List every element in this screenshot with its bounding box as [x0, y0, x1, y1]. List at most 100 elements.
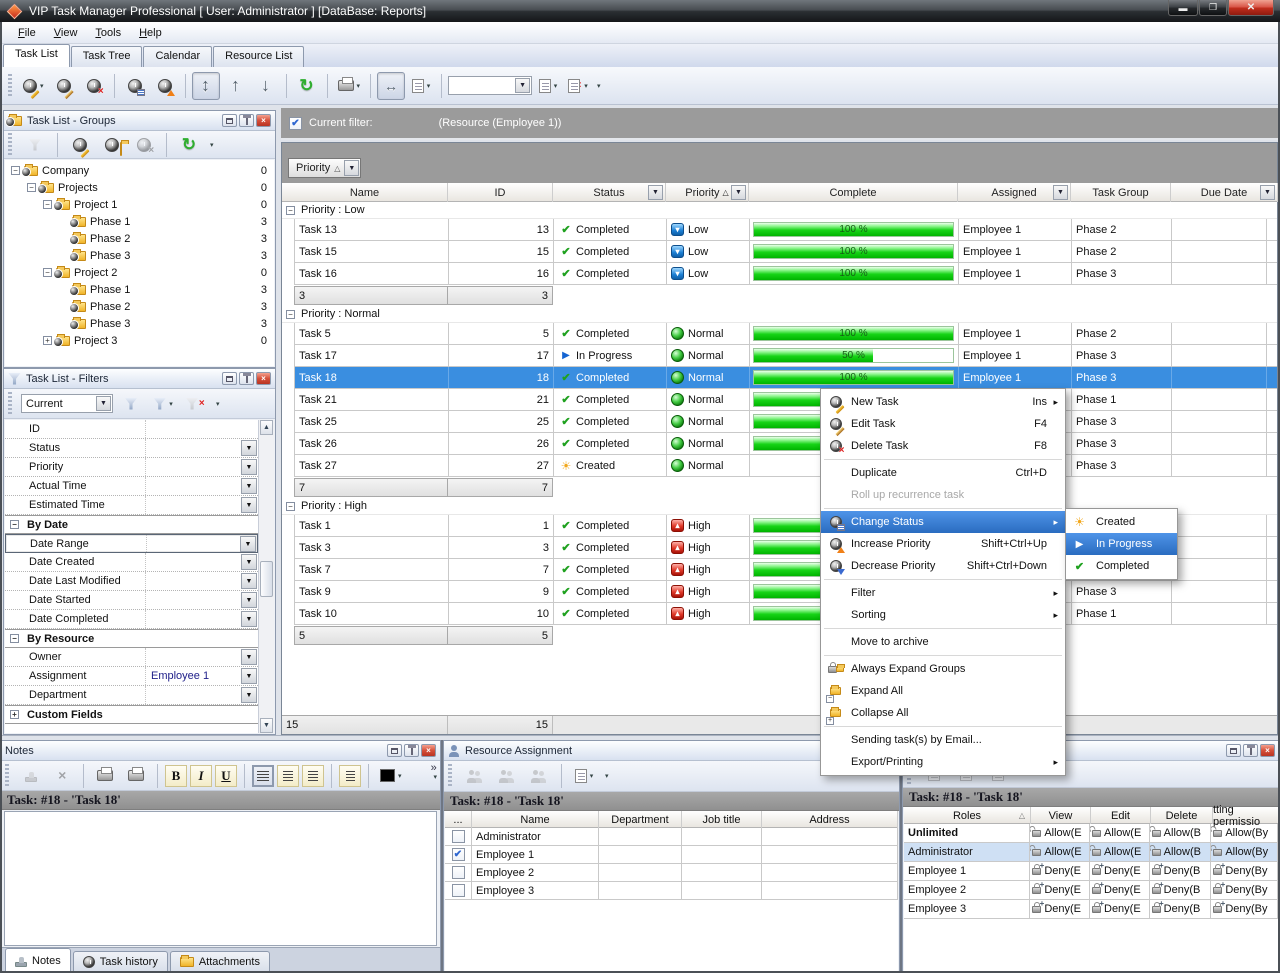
- permission-row-employee-2[interactable]: Employee 2Deny(EDeny(EDeny(BDeny(By: [904, 881, 1278, 900]
- print-preview-button[interactable]: [91, 762, 119, 790]
- context-menu-item-roll-up-recurrence-task[interactable]: Roll up recurrence task: [821, 484, 1065, 506]
- context-menu-item-decrease-priority[interactable]: Decrease PriorityShift+Ctrl+Down: [821, 555, 1065, 577]
- groups-refresh-button[interactable]: ↻: [175, 131, 203, 159]
- filters-toolbar-grip[interactable]: [8, 392, 12, 416]
- perm-col-tting-permissio[interactable]: tting permissio: [1213, 807, 1280, 824]
- context-menu-item-increase-priority[interactable]: Increase PriorityShift+Ctrl+Up: [821, 533, 1065, 555]
- notes-pin-button[interactable]: [404, 744, 419, 757]
- res-col-department[interactable]: Department: [599, 811, 682, 828]
- group-collapse-icon[interactable]: −: [286, 310, 295, 319]
- context-menu-item-expand-all[interactable]: −Expand All: [821, 680, 1065, 702]
- res-col-name[interactable]: Name: [472, 811, 599, 828]
- perm-col-delete[interactable]: Delete: [1151, 807, 1213, 824]
- filters-scrollbar[interactable]: ▲ ▼: [258, 420, 274, 733]
- scroll-up-arrow[interactable]: ▲: [260, 420, 273, 435]
- submenu-item-completed[interactable]: ✔Completed: [1066, 555, 1177, 577]
- context-menu-item-filter[interactable]: Filter▸: [821, 582, 1065, 604]
- edit-group-button[interactable]: [98, 131, 126, 159]
- permission-row-administrator[interactable]: AdministratorAllow(EAllow(EAllow(BAllow(…: [904, 843, 1278, 862]
- column-header-due-date[interactable]: Due Date▼: [1171, 183, 1278, 202]
- filter-row-department[interactable]: Department▼: [5, 686, 258, 705]
- group-toggle-icon[interactable]: −: [10, 634, 19, 643]
- priority-up-button[interactable]: [151, 72, 179, 100]
- fit-columns-button[interactable]: ↔: [377, 72, 405, 100]
- bottom-tab-attachments[interactable]: Attachments: [170, 951, 270, 972]
- filter-row-date-completed[interactable]: Date Completed▼: [5, 610, 258, 629]
- tree-item-phase-3[interactable]: Phase 33: [5, 315, 274, 332]
- notes-toolbar-overflow[interactable]: »: [431, 763, 437, 773]
- context-menu-item-duplicate[interactable]: DuplicateCtrl+D: [821, 462, 1065, 484]
- task-row[interactable]: Task 2626✔CompletedNormal100 %Employee 1…: [294, 433, 1277, 455]
- filter-dropdown-button[interactable]: ▼: [241, 649, 257, 665]
- group-toggle-icon[interactable]: −: [10, 520, 19, 529]
- font-color-button[interactable]: ▾: [376, 762, 406, 790]
- filter-row-priority[interactable]: Priority▼: [5, 458, 258, 477]
- perm-col-edit[interactable]: Edit: [1091, 807, 1151, 824]
- note-text-area[interactable]: [4, 811, 437, 946]
- toolbar-overflow[interactable]: ▾: [597, 82, 601, 90]
- move-down-button[interactable]: ↓: [252, 72, 280, 100]
- group-by-chip-dropdown[interactable]: ▼: [344, 160, 359, 176]
- tree-item-project-2[interactable]: −Project 20: [5, 264, 274, 281]
- resource-row-administrator[interactable]: Administrator: [445, 828, 898, 846]
- context-menu-item-sending-task-s-by-email[interactable]: Sending task(s) by Email...: [821, 729, 1065, 751]
- task-row[interactable]: Task 1515✔Completed▾Low100 %Employee 1Ph…: [294, 241, 1277, 263]
- notes-minimize-button[interactable]: [387, 744, 402, 757]
- filter-row-estimated-time[interactable]: Estimated Time▼: [5, 496, 258, 515]
- save-note-button[interactable]: [17, 762, 45, 790]
- toolbar-grip[interactable]: [8, 74, 12, 98]
- groups-pin-button[interactable]: [239, 114, 254, 127]
- clear-filter-button[interactable]: ×: [181, 390, 209, 418]
- column-filter-button[interactable]: ▼: [1260, 185, 1275, 200]
- filter-row-date-last-modified[interactable]: Date Last Modified▼: [5, 572, 258, 591]
- submenu-item-created[interactable]: ☀Created: [1066, 511, 1177, 533]
- menu-view[interactable]: View: [46, 25, 86, 41]
- remove-resource-button[interactable]: [525, 762, 553, 790]
- assign-resource-button[interactable]: [461, 762, 489, 790]
- task-list-button[interactable]: [121, 72, 149, 100]
- tree-item-phase-1[interactable]: Phase 13: [5, 281, 274, 298]
- group-by-chip-priority[interactable]: Priority △ ▼: [288, 158, 361, 178]
- edit-resource-button[interactable]: [493, 762, 521, 790]
- tree-item-phase-3[interactable]: Phase 33: [5, 247, 274, 264]
- context-menu-item-move-to-archive[interactable]: Move to archive: [821, 631, 1065, 653]
- resource-checkbox[interactable]: [452, 830, 465, 843]
- save-layout-button[interactable]: ▾: [534, 72, 562, 100]
- res-col-[interactable]: ...: [445, 811, 472, 828]
- close-button[interactable]: ✕: [1228, 0, 1274, 16]
- column-filter-button[interactable]: ▼: [1053, 185, 1068, 200]
- filter-dropdown-button[interactable]: ▼: [241, 668, 257, 684]
- filters-pin-button[interactable]: [239, 372, 254, 385]
- align-left-button[interactable]: [252, 765, 274, 787]
- task-row[interactable]: Task 1616✔Completed▾Low100 %Employee 1Ph…: [294, 263, 1277, 285]
- tree-item-project-1[interactable]: −Project 10: [5, 196, 274, 213]
- tab-resource-list[interactable]: Resource List: [213, 46, 304, 67]
- filters-minimize-button[interactable]: [222, 372, 237, 385]
- filter-row-status[interactable]: Status▼: [5, 439, 258, 458]
- scroll-down-arrow[interactable]: ▼: [260, 718, 273, 733]
- tree-toggle-icon[interactable]: −: [27, 183, 36, 192]
- bottom-tab-notes[interactable]: Notes: [5, 948, 71, 972]
- task-row[interactable]: Task 99✔Completed▴High100 %Employee 1Pha…: [294, 581, 1277, 603]
- layout-combobox-dropdown[interactable]: ▼: [515, 78, 530, 93]
- tree-item-phase-2[interactable]: Phase 23: [5, 298, 274, 315]
- permissions-pin-button[interactable]: [1243, 744, 1258, 757]
- restore-button[interactable]: ❐: [1199, 0, 1227, 16]
- context-menu-item-new-task[interactable]: New TaskIns▸: [821, 391, 1065, 413]
- filter-row-actual-time[interactable]: Actual Time▼: [5, 477, 258, 496]
- underline-button[interactable]: U: [215, 765, 237, 787]
- apply-filter-button[interactable]: [117, 390, 145, 418]
- current-filter-checkbox[interactable]: [289, 117, 302, 130]
- filter-row-date-started[interactable]: Date Started▼: [5, 591, 258, 610]
- filter-preset-dropdown[interactable]: ▼: [96, 396, 111, 411]
- tree-toggle-icon[interactable]: −: [43, 268, 52, 277]
- delete-layout-button[interactable]: ×▾: [564, 72, 592, 100]
- delete-task-button[interactable]: ×: [80, 72, 108, 100]
- columns-button[interactable]: ▾: [407, 72, 435, 100]
- new-group-button[interactable]: [66, 131, 94, 159]
- column-filter-button[interactable]: ▼: [648, 185, 663, 200]
- task-row[interactable]: Task 2525✔CompletedNormal100 %Employee 1…: [294, 411, 1277, 433]
- filter-dropdown-button[interactable]: ▼: [241, 497, 257, 513]
- res-col-job-title[interactable]: Job title: [682, 811, 762, 828]
- column-header-name[interactable]: Name: [282, 183, 448, 202]
